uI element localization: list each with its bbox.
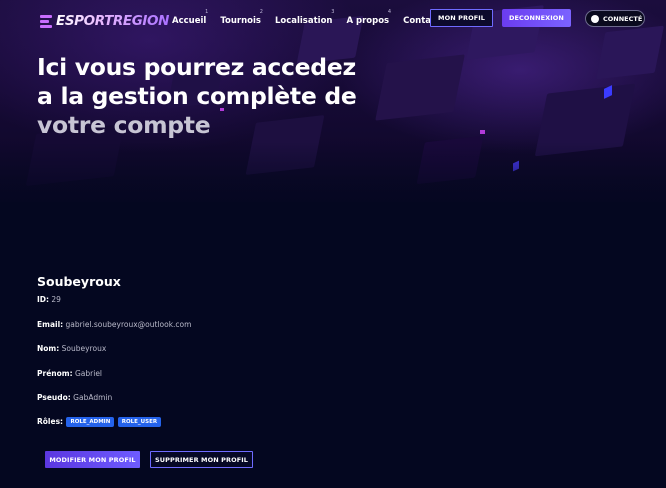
hero-title: Ici vous pourrez accedez a la gestion co… — [37, 53, 357, 140]
nav-item-localisation[interactable]: 3 Localisation — [274, 9, 335, 26]
nav-item-accueil[interactable]: 1 Accueil — [172, 9, 209, 26]
field-value: Soubeyroux — [61, 344, 107, 353]
field-value: gabriel.soubeyroux@outlook.com — [65, 320, 192, 329]
nav-item-label: Localisation — [274, 16, 333, 26]
nav-item-number: 2 — [259, 9, 263, 15]
hero-title-line-2: a la gestion complète de — [37, 82, 357, 110]
field-value: GabAdmin — [73, 393, 113, 402]
hero-fade — [0, 142, 666, 202]
nav-item-tournois[interactable]: 2 Tournois — [220, 9, 263, 26]
profile-email-row: Email: gabriel.soubeyroux@outlook.com — [37, 320, 191, 329]
site-logo[interactable]: ESPORTREGION — [38, 12, 169, 30]
nav-item-number: 4 — [387, 9, 392, 15]
role-badge: ROLE_ADMIN — [66, 417, 115, 427]
field-value: 29 — [51, 295, 61, 304]
field-label: Nom: — [37, 344, 60, 353]
decor-light — [480, 130, 485, 134]
field-label: Email: — [37, 320, 64, 329]
nav-item-number: 1 — [205, 9, 209, 15]
field-label: ID: — [37, 295, 50, 304]
field-label: Rôles: — [37, 417, 64, 426]
delete-profile-button[interactable]: SUPPRIMER MON PROFIL — [150, 451, 253, 468]
profile-nom-row: Nom: Soubeyroux — [37, 344, 106, 353]
status-dot-icon — [591, 14, 599, 23]
role-badge: ROLE_USER — [117, 417, 162, 427]
main-nav: 1 Accueil 2 Tournois 3 Localisation 4 A … — [172, 9, 454, 26]
field-value: Gabriel — [74, 369, 103, 378]
status-label: CONNECTÉ — [603, 14, 643, 23]
profile-pseudo-row: Pseudo: GabAdmin — [37, 393, 112, 402]
field-label: Prénom: — [37, 369, 73, 378]
nav-item-a-propos[interactable]: 4 A propos — [346, 9, 392, 26]
hero-title-line-3: votre compte — [37, 111, 211, 139]
profile-id-row: ID: 29 — [37, 295, 61, 304]
nav-item-label: A propos — [346, 16, 390, 26]
logo-text: ESPORTREGION — [56, 13, 170, 29]
nav-item-label: Tournois — [220, 16, 261, 26]
profile-prenom-row: Prénom: Gabriel — [37, 369, 102, 378]
profile-roles-row: Rôles: ROLE_ADMIN ROLE_USER — [37, 417, 162, 427]
connection-status-toggle[interactable]: CONNECTÉ — [585, 10, 645, 27]
profile-name: Soubeyroux — [37, 274, 121, 289]
hero-title-line-1: Ici vous pourrez accedez — [37, 53, 356, 81]
decor-tile — [595, 25, 665, 80]
my-profile-button[interactable]: MON PROFIL — [430, 9, 493, 27]
logo-e-icon — [38, 13, 54, 29]
nav-item-number: 3 — [331, 9, 335, 15]
modify-profile-button[interactable]: MODIFIER MON PROFIL — [45, 451, 140, 468]
logout-button[interactable]: DECONNEXION — [502, 9, 571, 27]
nav-item-label: Accueil — [172, 16, 207, 26]
decor-tile — [375, 54, 465, 121]
field-label: Pseudo: — [37, 393, 71, 402]
